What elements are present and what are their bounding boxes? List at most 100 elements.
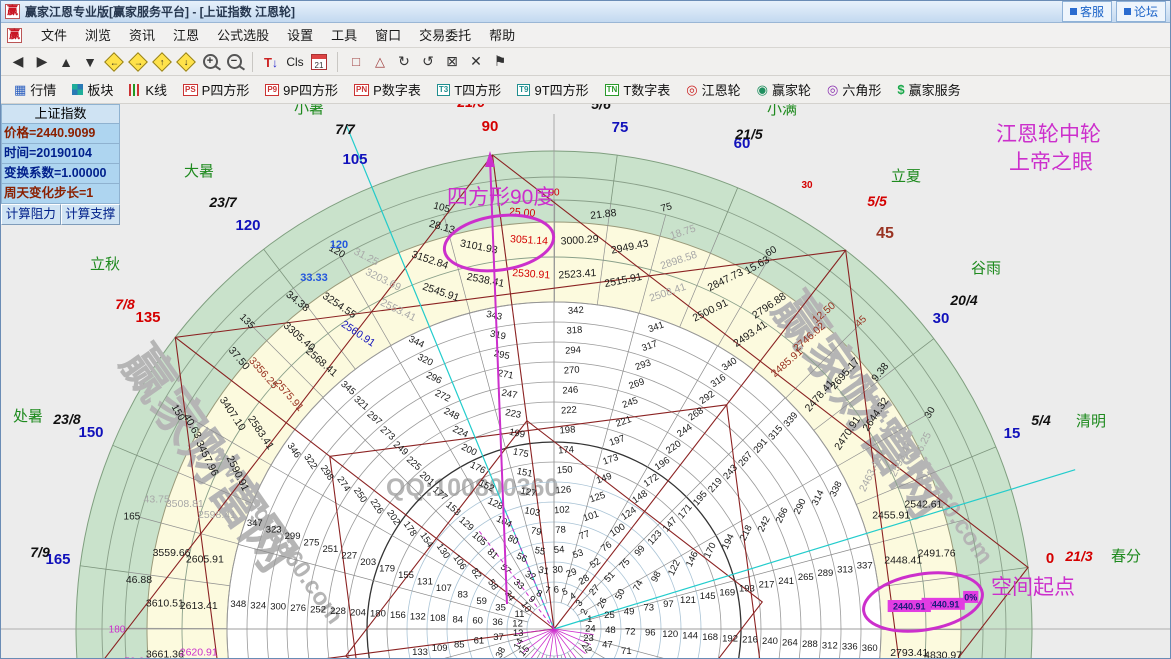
9t-square-icon: T9 — [517, 84, 530, 96]
square-tool-icon[interactable]: □ — [345, 51, 367, 73]
svg-text:30: 30 — [933, 310, 950, 327]
svg-text:54: 54 — [554, 544, 565, 556]
svg-text:121: 121 — [680, 595, 696, 606]
nav-right-icon[interactable]: ▶ — [31, 51, 53, 73]
menu-item-文件[interactable]: 文件 — [32, 26, 76, 45]
svg-text:33.33: 33.33 — [300, 272, 328, 284]
toolbar-separator — [252, 52, 253, 72]
menu-item-工具[interactable]: 工具 — [322, 26, 366, 45]
svg-text:150: 150 — [556, 464, 573, 476]
svg-text:3610.51: 3610.51 — [146, 598, 184, 610]
rotate-cw-icon[interactable]: ↻ — [393, 51, 415, 73]
toolbar-item-t-table[interactable]: TNT数字表 — [598, 78, 678, 101]
svg-text:5/5: 5/5 — [867, 193, 887, 209]
toolbar-item-winner-service[interactable]: $赢家服务 — [890, 78, 967, 101]
toolbar-separator — [337, 52, 338, 72]
toolbar-item-quotes[interactable]: ▦行情 — [7, 78, 63, 101]
t-arrow-icon[interactable]: T↓ — [260, 51, 282, 73]
window-title: 赢家江恩专业版[赢家服务平台] - [上证指数 江恩轮] — [25, 3, 1058, 20]
svg-text:7/7: 7/7 — [335, 121, 356, 137]
svg-text:45: 45 — [876, 225, 894, 242]
menu-item-浏览[interactable]: 浏览 — [76, 26, 120, 45]
sectors-icon — [72, 84, 83, 95]
t-table-icon: TN — [605, 84, 620, 96]
svg-text:276: 276 — [290, 603, 306, 614]
svg-text:23/8: 23/8 — [52, 411, 80, 427]
svg-text:江恩轮中轮: 江恩轮中轮 — [996, 123, 1101, 146]
toolbar-item-9t-square[interactable]: T9 9T四方形 — [510, 78, 596, 101]
p-table-icon: PN — [354, 84, 369, 96]
svg-text:4830.97: 4830.97 — [924, 649, 962, 659]
toolbar-item-hexagon[interactable]: ◎六角形 — [820, 78, 888, 101]
hexagon-icon: ◎ — [827, 83, 838, 96]
svg-text:150: 150 — [78, 424, 103, 441]
crosshair-icon[interactable]: ✕ — [465, 51, 487, 73]
zoom-out-icon[interactable]: − — [223, 51, 245, 73]
kline-label: K线 — [145, 80, 167, 99]
cls-button[interactable]: Cls — [284, 51, 306, 73]
svg-text:337: 337 — [857, 561, 873, 572]
svg-text:84: 84 — [452, 614, 463, 625]
p-square-icon: PS — [183, 84, 198, 96]
svg-text:165: 165 — [124, 511, 141, 522]
svg-text:0%: 0% — [964, 592, 977, 602]
svg-text:204: 204 — [350, 607, 366, 618]
toolbar-item-sectors[interactable]: 板块 — [65, 78, 120, 101]
pan-right-icon[interactable]: → — [127, 51, 149, 73]
svg-text:49: 49 — [624, 606, 635, 617]
pan-down-icon[interactable]: ↓ — [175, 51, 197, 73]
gann-wheel-canvas[interactable]: 赢家财富网www.yingjia360.comQQ:100800360赢家财富网… — [1, 104, 1171, 659]
nav-up-icon[interactable]: ▲ — [55, 51, 77, 73]
toolbar-item-p-square[interactable]: PSP四方形 — [176, 78, 256, 101]
pan-up-icon[interactable]: ↑ — [151, 51, 173, 73]
nav-down-icon[interactable]: ▼ — [79, 51, 101, 73]
menu-item-交易委托[interactable]: 交易委托 — [410, 26, 480, 45]
title-bar: 赢 赢家江恩专业版[赢家服务平台] - [上证指数 江恩轮] 客服 论坛 — [1, 1, 1170, 23]
menu-item-窗口[interactable]: 窗口 — [366, 26, 410, 45]
svg-text:318: 318 — [566, 325, 583, 337]
svg-text:289: 289 — [817, 568, 833, 579]
toolbar-item-9p-square[interactable]: P99P四方形 — [258, 78, 345, 101]
quotes-label: 行情 — [30, 80, 56, 99]
rotate-ccw-icon[interactable]: ↺ — [417, 51, 439, 73]
toolbar-item-winner-wheel[interactable]: ◉赢家轮 — [750, 78, 818, 101]
app-window: 赢 赢家江恩专业版[赢家服务平台] - [上证指数 江恩轮] 客服 论坛 赢 文… — [0, 0, 1171, 659]
support-button[interactable]: 客服 — [1062, 1, 1112, 22]
toolbar-item-t-square[interactable]: T3T四方形 — [430, 78, 508, 101]
toolbar-item-kline[interactable]: K线 — [122, 78, 174, 101]
forum-button[interactable]: 论坛 — [1116, 1, 1166, 22]
select-box-icon[interactable]: ⊠ — [441, 51, 463, 73]
menu-item-公式选股[interactable]: 公式选股 — [208, 26, 278, 45]
svg-text:120: 120 — [662, 629, 678, 640]
button-计算阻力[interactable]: 计算阻力 — [1, 204, 61, 225]
svg-text:15: 15 — [1004, 425, 1021, 442]
svg-text:348: 348 — [230, 599, 246, 610]
9p-square-icon: P9 — [265, 84, 279, 96]
9t-square-label: 9T四方形 — [534, 80, 588, 99]
svg-text:300: 300 — [270, 602, 286, 613]
svg-text:61: 61 — [474, 636, 485, 647]
menu-item-设置[interactable]: 设置 — [278, 26, 322, 45]
menu-item-资讯[interactable]: 资讯 — [120, 26, 164, 45]
svg-text:73: 73 — [643, 603, 654, 614]
zoom-in-icon[interactable]: + — [199, 51, 221, 73]
flag-icon[interactable]: ⚑ — [489, 51, 511, 73]
toolbar-item-gann-wheel[interactable]: ◎江恩轮 — [679, 78, 747, 101]
svg-text:347: 347 — [247, 518, 263, 529]
calendar-icon[interactable]: 21 — [308, 51, 330, 73]
svg-text:264: 264 — [782, 637, 798, 648]
menu-item-帮助[interactable]: 帮助 — [480, 26, 524, 45]
t-table-label: T数字表 — [623, 80, 670, 99]
svg-text:228: 228 — [330, 606, 346, 617]
svg-text:5/6: 5/6 — [591, 104, 611, 112]
svg-text:50.00: 50.00 — [124, 656, 150, 659]
button-计算支撑[interactable]: 计算支撑 — [61, 204, 121, 225]
nav-left-icon[interactable]: ◀ — [7, 51, 29, 73]
svg-text:323: 323 — [266, 524, 282, 535]
pan-left-icon[interactable]: ← — [103, 51, 125, 73]
triangle-tool-icon[interactable]: △ — [369, 51, 391, 73]
toolbar-item-p-table[interactable]: PNP数字表 — [347, 78, 428, 101]
menu-item-江恩[interactable]: 江恩 — [164, 26, 208, 45]
sectors-label: 板块 — [87, 80, 113, 99]
svg-text:四方形90度: 四方形90度 — [447, 186, 554, 209]
